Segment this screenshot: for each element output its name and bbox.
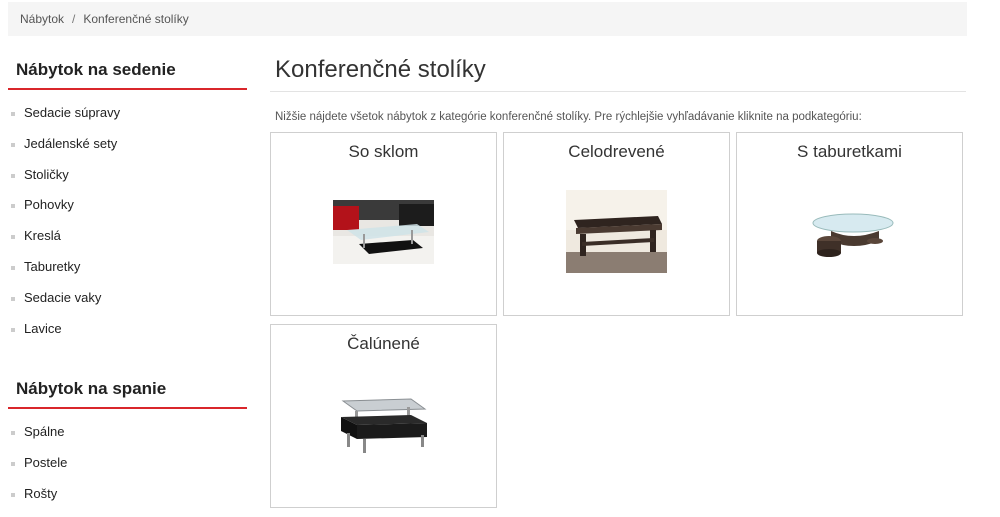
breadcrumb-link-nabytok[interactable]: Nábytok [20,12,64,26]
sidebar-item-taburetky[interactable]: Taburetky [8,252,247,283]
sidebar-item-sedacie-supravy[interactable]: Sedacie súpravy [8,98,247,129]
sidebar: Nábytok na sedenie Sedacie súpravy Jedál… [8,36,247,510]
category-intro: Nižšie nájdete všetok nábytok z kategóri… [275,111,862,123]
sidebar-heading-sleeping: Nábytok na spanie [8,355,247,410]
upholstered-coffee-table-image [341,398,427,453]
glass-coffee-table-image [333,200,434,264]
sidebar-item-pohovky[interactable]: Pohovky [8,190,247,221]
category-card-calunene[interactable]: Čalúnené [270,324,497,508]
main-content: Konferenčné stolíky Nižšie nájdete všeto… [270,36,966,508]
sidebar-item-sedacie-vaky[interactable]: Sedacie vaky [8,283,247,314]
breadcrumb: Nábytok / Konferenčné stolíky [8,2,967,36]
sidebar-list-seating: Sedacie súpravy Jedálenské sety Stoličky… [8,90,247,344]
sidebar-item-postele[interactable]: Postele [8,448,247,479]
category-card-celodrevene[interactable]: Celodrevené [503,132,730,316]
sidebar-item-spalne[interactable]: Spálne [8,417,247,448]
sidebar-item-lavice[interactable]: Lavice [8,314,247,345]
category-card-s-taburetkami[interactable]: S taburetkami [736,132,963,316]
sidebar-item-stolicky[interactable]: Stoličky [8,160,247,191]
sidebar-item-kresla[interactable]: Kreslá [8,221,247,252]
sidebar-heading-seating: Nábytok na sedenie [8,36,247,90]
sidebar-item-rosty[interactable]: Rošty [8,479,247,510]
category-card-title: S taburetkami [797,142,902,161]
table-with-stools-image [812,213,894,257]
breadcrumb-current: Konferenčné stolíky [83,12,189,26]
category-card-title: Čalúnené [347,334,420,353]
category-card-so-sklom[interactable]: So sklom [270,132,497,316]
page-title: Konferenčné stolíky [270,36,966,92]
sidebar-list-sleeping: Spálne Postele Rošty [8,409,247,509]
category-card-title: So sklom [348,142,419,161]
breadcrumb-separator: / [72,12,76,26]
category-card-title: Celodrevené [568,142,665,161]
wooden-coffee-table-image [566,190,667,273]
sidebar-item-jedalenske-sety[interactable]: Jedálenské sety [8,129,247,160]
